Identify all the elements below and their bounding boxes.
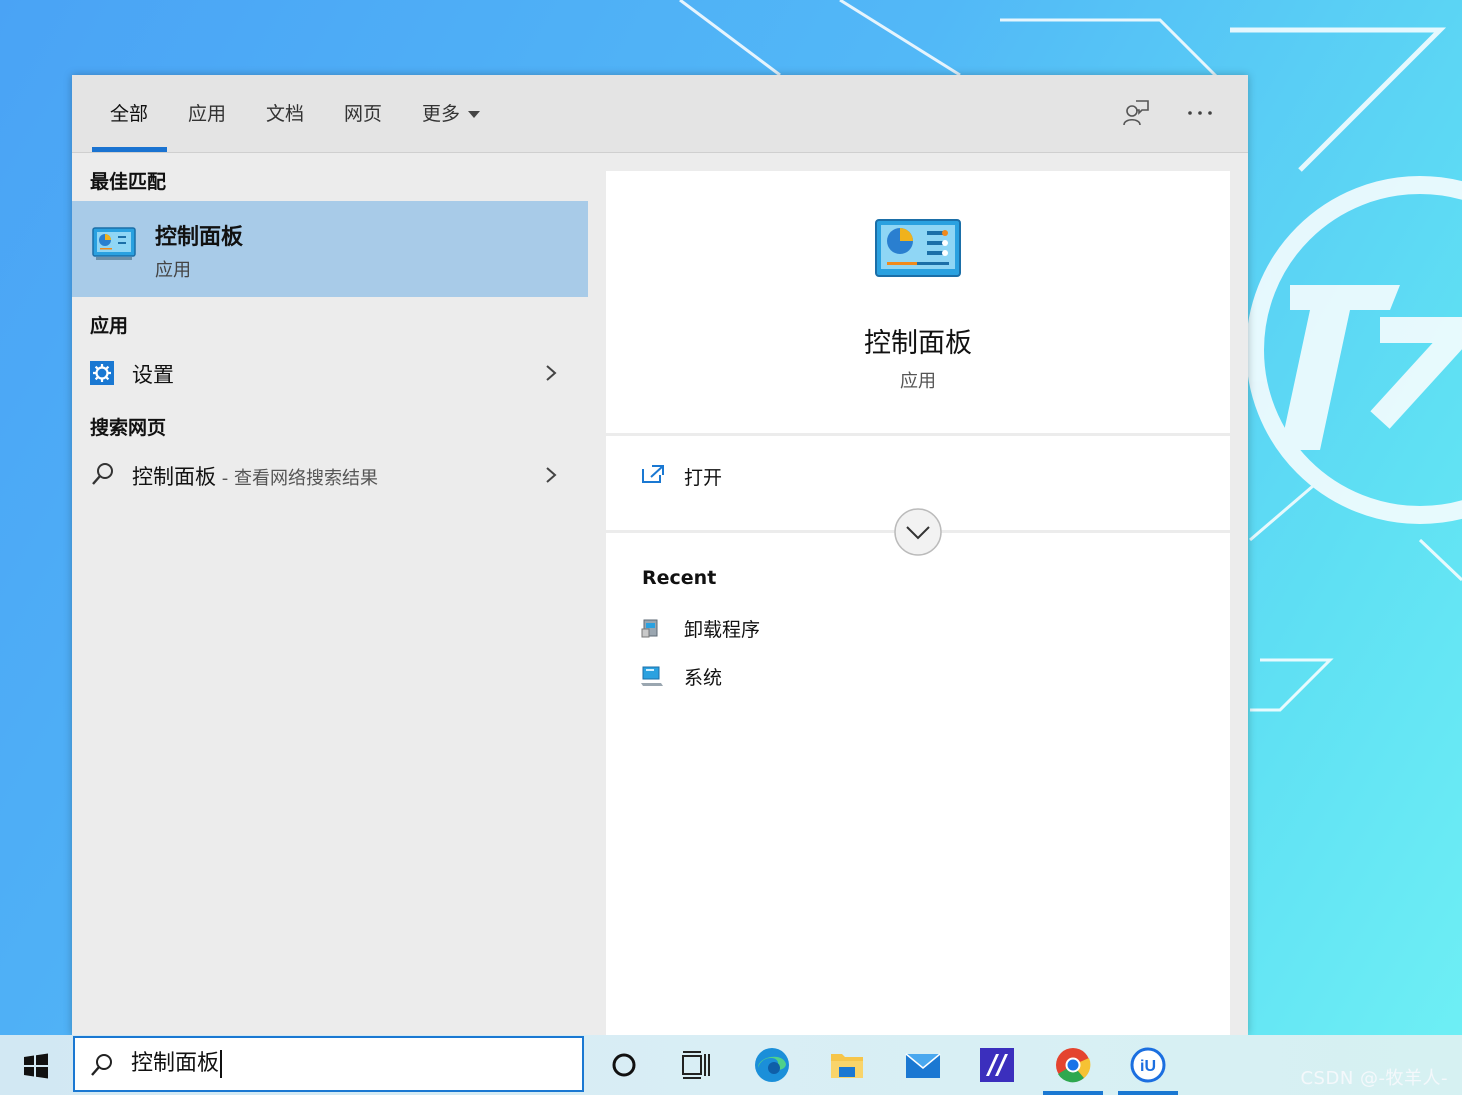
control-panel-icon [92,227,136,260]
search-panel: 全部 应用 文档 网页 更多 最佳匹配 控制面板 应用 应用 设置 搜索网页 控… [72,75,1248,1035]
filter-tab-bar: 全部 应用 文档 网页 更多 [72,75,1248,153]
web-result-suffix: - 查看网络搜索结果 [216,468,378,489]
results-list: 最佳匹配 控制面板 应用 应用 设置 搜索网页 控制面板 - 查看网络搜索结果 [72,153,588,1035]
chrome-icon[interactable] [1054,1046,1092,1084]
expand-chevron-button[interactable] [893,507,943,557]
best-match-item[interactable]: 控制面板 应用 [72,201,588,297]
tab-apps[interactable]: 应用 [188,99,226,126]
search-icon [92,463,113,485]
search-web-header: 搜索网页 [90,417,167,439]
app-icon[interactable] [978,1046,1016,1084]
recent-item-label: 卸载程序 [684,619,761,641]
tab-documents[interactable]: 文档 [266,99,304,126]
recent-header: Recent [642,567,717,589]
running-indicator [1118,1091,1178,1095]
divider [606,433,1230,436]
search-box[interactable]: 控制面板 [73,1036,584,1092]
best-match-header: 最佳匹配 [90,171,167,193]
uninstall-program-icon [641,619,658,638]
cortana-icon[interactable] [605,1046,643,1084]
app-item-settings[interactable]: 设置 [72,349,588,397]
svg-text:iU: iU [1140,1058,1156,1075]
caret-down-icon [468,111,481,118]
tab-web[interactable]: 网页 [344,99,382,126]
tab-more[interactable]: 更多 [422,99,481,126]
open-external-icon [642,465,664,483]
preview-pane: 控制面板 应用 打开 Recent 卸载程序 系统 [606,171,1230,1035]
chevron-right-icon[interactable] [544,465,558,485]
task-view-icon[interactable] [677,1046,715,1084]
edge-icon[interactable] [753,1046,791,1084]
web-result-text: 控制面板 - 查看网络搜索结果 [132,461,378,491]
recent-item-label: 系统 [684,667,723,689]
open-label: 打开 [684,467,723,489]
apps-header: 应用 [90,315,129,337]
settings-gear-icon [90,361,114,385]
open-action[interactable]: 打开 [640,459,940,495]
chevron-right-icon[interactable] [544,363,558,383]
iu-app-icon[interactable]: iU [1129,1046,1167,1084]
feedback-icon[interactable] [1120,97,1152,129]
tab-more-label: 更多 [422,103,461,125]
watermark: CSDN @-牧羊人- [1300,1068,1448,1089]
file-explorer-icon[interactable] [828,1046,866,1084]
more-options-icon[interactable] [1184,97,1216,129]
system-icon [641,666,663,686]
control-panel-large-icon [875,219,961,277]
web-result-item[interactable]: 控制面板 - 查看网络搜索结果 [72,451,588,499]
recent-item-system[interactable]: 系统 [640,659,1040,695]
preview-subtitle: 应用 [900,371,936,392]
best-match-subtitle: 应用 [155,260,191,281]
tab-all[interactable]: 全部 [110,99,148,126]
app-item-label: 设置 [132,363,174,387]
windows-start-icon[interactable] [23,1053,49,1079]
running-indicator [1043,1091,1103,1095]
search-input[interactable]: 控制面板 [131,1050,223,1078]
search-icon [91,1054,112,1076]
web-result-query: 控制面板 [132,465,216,489]
recent-item-uninstall[interactable]: 卸载程序 [640,611,1040,647]
active-tab-indicator [92,147,167,152]
best-match-title: 控制面板 [155,225,244,250]
mail-icon[interactable] [904,1046,942,1084]
preview-title: 控制面板 [864,328,972,359]
